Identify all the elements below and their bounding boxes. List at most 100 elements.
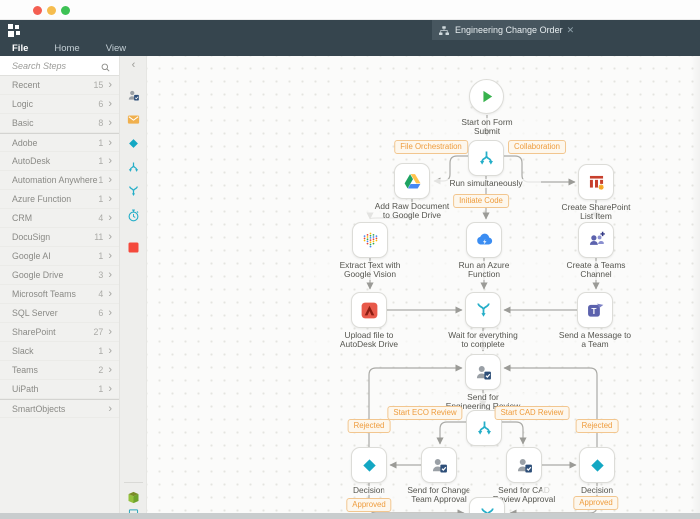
sidebar-item-google-drive[interactable]: Google Drive3 › [0,266,119,285]
node-run-simultaneously[interactable] [468,140,504,176]
sidebar-item-count: 3 [98,270,103,280]
sidebar-item-label: Azure Function [12,194,98,204]
search-bar [0,56,119,76]
sidebar-item-sql-server[interactable]: SQL Server6› [0,304,119,323]
sidebar-item-uipath[interactable]: UiPath1› [0,380,119,399]
collapse-panel-button[interactable]: ‹ [120,59,147,71]
workflow-canvas[interactable]: Start on FormSubmitRun simultaneouslyAdd… [147,56,700,513]
sidebar-item-label: Logic [12,99,98,109]
node-add-raw-document-google-drive[interactable] [394,163,430,199]
titlebar [0,0,700,20]
sidebar-item-count: 1 [98,156,103,166]
node-decision-right[interactable] [579,447,615,483]
sidebar-item-count: 1 [98,194,103,204]
node-wait-for-everything[interactable] [465,292,501,328]
chevron-right-icon: › [108,232,112,242]
sidebar-item-label: SmartObjects [12,404,103,414]
svg-text:T: T [591,306,596,316]
sidebar-item-count: 11 [94,232,103,242]
sidebar-item-count: 6 [98,99,103,109]
sidebar-item-azure-function[interactable]: Azure Function1 › [0,190,119,209]
terminate-icon[interactable] [126,240,141,255]
sidebar-item-docusign[interactable]: DocuSign11› [0,228,119,247]
sidebar-item-autodesk[interactable]: AutoDesk1› [0,152,119,171]
sidebar-item-basic[interactable]: Basic8› [0,114,119,133]
sidebar-item-smartobjects[interactable]: SmartObjects› [0,399,119,418]
node-create-teams-channel[interactable] [578,222,614,258]
sidebar-item-label: Slack [12,346,98,356]
node-decision-left[interactable] [351,447,387,483]
chevron-right-icon: › [108,270,112,280]
node-send-cad-review-approval[interactable] [506,447,542,483]
traffic-light-fullscreen-button[interactable] [61,6,70,15]
chevron-right-icon: › [108,289,112,299]
node-create-sharepoint-list-item[interactable] [578,164,614,200]
connector-lines [147,56,700,513]
node-extract-text-google-vision[interactable] [352,222,388,258]
menu-item-file[interactable]: File [12,43,28,54]
node-start[interactable] [469,79,504,114]
menu-item-home[interactable]: Home [54,43,79,54]
sidebar-item-teams[interactable]: Teams2› [0,361,119,380]
tab-engineering-change-order[interactable]: Engineering Change Order ✕ [432,20,560,40]
traffic-light-minimize-button[interactable] [47,6,56,15]
chevron-right-icon: › [108,365,112,375]
node-merge-bottom[interactable] [469,497,505,513]
decision-icon[interactable] [126,136,141,151]
sidebar-item-count: 6 [98,308,103,318]
sidebar-item-automation-anywhere[interactable]: Automation Anywhere1› [0,171,119,190]
chevron-right-icon: › [108,327,112,337]
menubar: File Home View [0,40,152,56]
split-paths-icon[interactable] [126,160,141,175]
tag-initiate-code: Initiate Code [453,194,509,208]
sidebar-item-label: Google AI [12,251,98,261]
node-send-change-team-approval[interactable] [421,447,457,483]
sidebar-item-recent[interactable]: Recent15› [0,76,119,95]
chevron-right-icon: › [108,99,112,109]
sidebar-item-label: Google Drive [12,270,98,280]
sidebar-item-google-ai[interactable]: Google AI1› [0,247,119,266]
chevron-right-icon: › [108,194,112,204]
connector-1 [434,156,468,181]
chevron-right-icon: › [108,175,112,185]
toolstrip-divider [124,482,143,483]
connector-4 [370,199,412,219]
node-run-azure-function[interactable] [466,222,502,258]
sidebar-item-label: SharePoint [12,327,94,337]
sidebar-item-sharepoint[interactable]: SharePoint27› [0,323,119,342]
tag-approved: Approved [346,498,391,512]
sidebar-item-count: 1 [98,138,103,148]
connector-2 [504,156,575,182]
steps-sidebar: Recent15›Logic6›Basic8›Adobe1›AutoDesk1›… [0,56,120,513]
sidebar-item-label: SQL Server [12,308,98,318]
search-icon[interactable] [100,60,111,71]
merge-paths-icon[interactable] [126,184,141,199]
email-icon[interactable] [126,112,141,127]
sidebar-item-adobe[interactable]: Adobe1› [0,133,119,152]
menu-item-view[interactable]: View [106,43,126,54]
tab-close-icon[interactable]: ✕ [567,25,575,36]
sidebar-item-logic[interactable]: Logic6 › [0,95,119,114]
timer-icon[interactable] [126,208,141,223]
sidebar-item-slack[interactable]: Slack1› [0,342,119,361]
chevron-right-icon: › [108,346,112,356]
node-upload-file-autodesk-drive[interactable] [351,292,387,328]
sidebar-item-count: 15 [94,80,104,90]
app-logo-icon[interactable] [8,24,21,37]
sidebar-item-label: CRM [12,213,98,223]
sidebar-item-microsoft-teams[interactable]: Microsoft Teams4› [0,285,119,304]
node-send-message-to-team[interactable]: T [577,292,613,328]
app-window: Engineering Change Order ✕ FileHomeView … [0,0,700,519]
step-category-list: Recent15›Logic6›Basic8›Adobe1›AutoDesk1›… [0,76,119,418]
smartobject-cube-icon[interactable] [126,490,141,505]
chevron-right-icon: › [108,118,112,128]
workflow-tab-icon [438,24,450,36]
sidebar-item-label: Recent [12,80,94,90]
chevron-right-icon: › [108,251,112,261]
sidebar-item-count: 1 [98,384,103,394]
sidebar-item-crm[interactable]: CRM4› [0,209,119,228]
node-send-for-engineering-review[interactable] [465,354,501,390]
connector-13 [440,422,466,444]
user-task-icon[interactable] [126,88,141,103]
traffic-light-close-button[interactable] [33,6,42,15]
